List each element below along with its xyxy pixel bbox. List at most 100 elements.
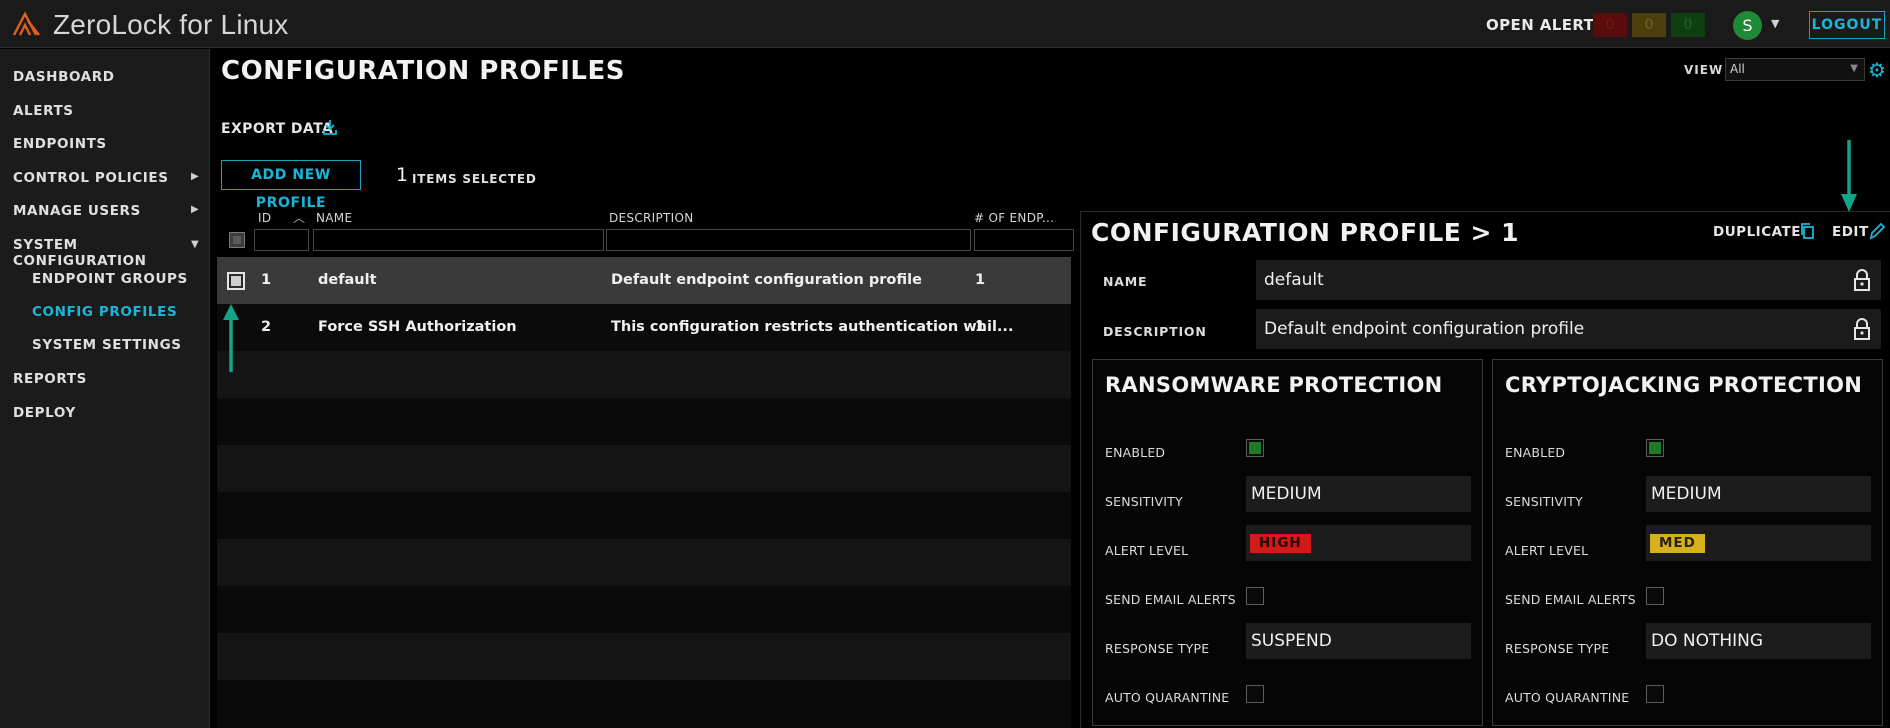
chevron-down-icon[interactable]: ▼ <box>191 239 199 250</box>
open-alerts-label: OPEN ALERTS <box>1486 16 1606 34</box>
download-icon[interactable] <box>321 118 339 140</box>
ransomware-sensitivity-field[interactable]: MEDIUM <box>1246 476 1471 512</box>
ransomware-protection-card: RANSOMWARE PROTECTION ENABLED SENSITIVIT… <box>1092 359 1483 726</box>
name-field: default <box>1256 260 1881 300</box>
alert-count-low[interactable]: 0 <box>1671 13 1705 37</box>
name-label: NAME <box>1103 274 1148 289</box>
detail-title: CONFIGURATION PROFILE > 1 <box>1091 218 1520 247</box>
send-email-label: SEND EMAIL ALERTS <box>1105 592 1236 607</box>
sidebar-item-endpoint-groups[interactable]: ENDPOINT GROUPS <box>32 271 188 287</box>
sidebar-item-config-profiles[interactable]: CONFIG PROFILES <box>32 304 177 320</box>
sidebar-item-manage-users[interactable]: MANAGE USERS <box>13 203 141 219</box>
cryptojacking-auto-quarantine-checkbox[interactable] <box>1646 685 1664 703</box>
app-title: ZeroLock for Linux <box>53 9 289 40</box>
empty-row <box>217 680 1071 728</box>
cryptojacking-sensitivity-value: MEDIUM <box>1651 484 1722 504</box>
ransomware-response-type-field[interactable]: SUSPEND <box>1246 623 1471 659</box>
sidebar-item-system-settings[interactable]: SYSTEM SETTINGS <box>32 337 182 353</box>
chevron-down-icon[interactable]: ▼ <box>1771 17 1779 30</box>
chevron-down-icon: ▼ <box>1850 63 1858 74</box>
lock-icon <box>1853 318 1871 345</box>
alert-level-label: ALERT LEVEL <box>1105 543 1189 558</box>
table-row[interactable]: 2 Force SSH Authorization This configura… <box>217 304 1071 351</box>
select-all-checkbox[interactable] <box>229 232 245 248</box>
cryptojacking-response-type-value: DO NOTHING <box>1651 631 1764 651</box>
cryptojacking-sensitivity-field[interactable]: MEDIUM <box>1646 476 1871 512</box>
filter-endpoints-input[interactable] <box>974 229 1074 251</box>
empty-row <box>217 586 1071 633</box>
cryptojacking-send-email-checkbox[interactable] <box>1646 587 1664 605</box>
cell-name: Force SSH Authorization <box>318 319 517 335</box>
empty-row <box>217 351 1071 398</box>
response-type-label: RESPONSE TYPE <box>1105 641 1210 656</box>
column-header-description[interactable]: DESCRIPTION <box>609 211 694 225</box>
annotation-arrow-up-icon <box>223 304 239 372</box>
selected-label: ITEMS SELECTED <box>412 172 537 186</box>
ransomware-auto-quarantine-checkbox[interactable] <box>1246 685 1264 703</box>
sensitivity-label: SENSITIVITY <box>1505 494 1583 509</box>
ransomware-alert-level-field[interactable]: HIGH <box>1246 525 1471 561</box>
cell-endpoints: 1 <box>975 319 986 335</box>
description-field: Default endpoint configuration profile <box>1256 309 1881 349</box>
cell-description: Default endpoint configuration profile <box>611 272 922 288</box>
filter-id-input[interactable] <box>254 229 309 251</box>
ransomware-response-type-value: SUSPEND <box>1251 631 1332 651</box>
sort-ascending-icon[interactable]: ︿ <box>293 209 305 226</box>
sidebar-item-deploy[interactable]: DEPLOY <box>13 405 76 421</box>
auto-quarantine-label: AUTO QUARANTINE <box>1505 690 1630 705</box>
view-select-value: All <box>1730 62 1745 76</box>
sensitivity-label: SENSITIVITY <box>1105 494 1183 509</box>
description-value: Default endpoint configuration profile <box>1264 319 1585 339</box>
empty-row <box>217 492 1071 539</box>
sidebar-item-system-configuration[interactable]: SYSTEM CONFIGURATION <box>13 237 209 269</box>
logout-button[interactable]: LOGOUT <box>1809 11 1885 39</box>
column-header-endpoints[interactable]: # OF ENDP... <box>974 211 1054 225</box>
selected-count: 1 <box>396 164 409 186</box>
cryptojacking-alert-level-field[interactable]: MED <box>1646 525 1871 561</box>
edit-button[interactable]: EDIT <box>1832 224 1869 240</box>
sidebar-nav: DASHBOARD ALERTS ENDPOINTS CONTROL POLIC… <box>0 49 210 728</box>
sidebar-item-alerts[interactable]: ALERTS <box>13 103 74 119</box>
export-data-link[interactable]: EXPORT DATA <box>221 121 333 137</box>
alert-level-badge: MED <box>1650 534 1705 553</box>
duplicate-button[interactable]: DUPLICATE <box>1713 224 1801 240</box>
description-label: DESCRIPTION <box>1103 324 1207 339</box>
gear-icon[interactable]: ⚙ <box>1868 58 1886 82</box>
column-header-id[interactable]: ID <box>258 211 271 225</box>
send-email-label: SEND EMAIL ALERTS <box>1505 592 1636 607</box>
view-label: VIEW <box>1684 63 1724 77</box>
cryptojacking-title: CRYPTOJACKING PROTECTION <box>1505 373 1863 397</box>
row-checkbox[interactable] <box>227 272 245 290</box>
cell-description: This configuration restricts authenticat… <box>611 319 1014 335</box>
ransomware-send-email-checkbox[interactable] <box>1246 587 1264 605</box>
lock-icon <box>1853 269 1871 296</box>
chevron-right-icon[interactable]: ▶ <box>191 171 199 182</box>
chevron-right-icon[interactable]: ▶ <box>191 204 199 215</box>
table-row[interactable]: 1 default Default endpoint configuration… <box>217 257 1071 304</box>
filter-name-input[interactable] <box>313 229 604 251</box>
alert-count-medium[interactable]: 0 <box>1632 13 1666 37</box>
ransomware-title: RANSOMWARE PROTECTION <box>1105 373 1443 397</box>
column-header-name[interactable]: NAME <box>316 211 352 225</box>
view-select[interactable]: All ▼ <box>1725 58 1865 81</box>
cryptojacking-enabled-checkbox[interactable] <box>1646 439 1664 457</box>
filter-description-input[interactable] <box>606 229 971 251</box>
sidebar-item-dashboard[interactable]: DASHBOARD <box>13 69 115 85</box>
cell-id: 2 <box>261 319 272 335</box>
empty-row <box>217 398 1071 445</box>
sidebar-item-endpoints[interactable]: ENDPOINTS <box>13 136 107 152</box>
page-title: CONFIGURATION PROFILES <box>221 56 625 86</box>
add-new-profile-button[interactable]: ADD NEW PROFILE <box>221 160 361 211</box>
alert-count-high[interactable]: 0 <box>1593 13 1627 37</box>
cell-endpoints: 1 <box>975 272 986 288</box>
sidebar-item-reports[interactable]: REPORTS <box>13 371 87 387</box>
zerolock-logo-icon <box>12 11 42 41</box>
pencil-icon[interactable] <box>1868 221 1886 245</box>
user-avatar[interactable]: S <box>1733 11 1762 40</box>
copy-icon[interactable] <box>1799 222 1815 244</box>
top-bar: ZeroLock for Linux OPEN ALERTS 0 0 0 S ▼… <box>0 0 1890 48</box>
ransomware-enabled-checkbox[interactable] <box>1246 439 1264 457</box>
sidebar-item-control-policies[interactable]: CONTROL POLICIES <box>13 170 169 186</box>
cryptojacking-response-type-field[interactable]: DO NOTHING <box>1646 623 1871 659</box>
enabled-label: ENABLED <box>1505 445 1566 460</box>
